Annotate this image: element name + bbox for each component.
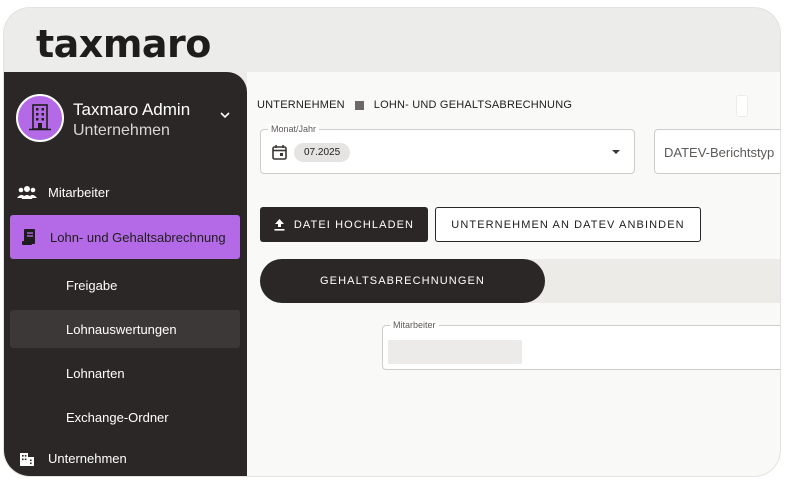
- employee-filter-label: Mitarbeiter: [390, 320, 439, 330]
- upload-file-button[interactable]: DATEI HOCHLADEN: [260, 207, 428, 242]
- connect-datev-label: UNTERNEHMEN AN DATEV ANBINDEN: [451, 218, 685, 231]
- profile-subtitle: Unternehmen: [73, 122, 170, 139]
- breadcrumb-unternehmen[interactable]: UNTERNEHMEN: [257, 99, 345, 111]
- taxmaro-logo: taxmaro: [36, 22, 211, 66]
- sidebar-item-label: Lohn- und Gehaltsabrechnung: [50, 229, 226, 245]
- sidebar-item-lohnauswertungen[interactable]: Lohnauswertungen: [10, 310, 240, 348]
- profile-name[interactable]: Taxmaro Admin: [73, 100, 190, 120]
- people-icon: [16, 183, 38, 201]
- sidebar-item-label: Unternehmen: [48, 450, 127, 466]
- sidebar-item-exchange-ordner[interactable]: Exchange-Ordner: [10, 397, 240, 437]
- sidebar-item-label: Exchange-Ordner: [66, 409, 169, 425]
- sidebar-item-label: Lohnarten: [66, 365, 125, 381]
- sidebar-item-lohnarten[interactable]: Lohnarten: [10, 353, 240, 393]
- month-value-chip[interactable]: 07.2025: [294, 143, 351, 162]
- breadcrumb-separator-icon: [354, 100, 364, 110]
- sidebar-item-unternehmen[interactable]: Unternehmen: [10, 438, 240, 476]
- connect-datev-button[interactable]: UNTERNEHMEN AN DATEV ANBINDEN: [435, 207, 701, 242]
- tab-label: GEHALTSABRECHNUNGEN: [320, 275, 485, 287]
- chevron-down-icon[interactable]: [218, 108, 232, 122]
- upload-icon: [274, 218, 285, 231]
- document-icon: [18, 228, 40, 246]
- building-icon: [16, 449, 38, 467]
- sidebar-item-label: Mitarbeiter: [48, 184, 110, 200]
- datev-report-type-select[interactable]: DATEV-Berichtstyp: [654, 129, 780, 174]
- calendar-icon: [272, 145, 287, 160]
- tab-gehaltsabrechnungen[interactable]: GEHALTSABRECHNUNGEN: [260, 259, 545, 303]
- breadcrumb-current: LOHN- UND GEHALTSABRECHNUNG: [373, 99, 573, 111]
- month-year-select[interactable]: Monat/Jahr 07.2025: [260, 124, 635, 174]
- loading-skeleton: [388, 340, 522, 364]
- sidebar-item-label: Freigabe: [66, 277, 118, 293]
- month-year-label: Monat/Jahr: [268, 124, 320, 134]
- sidebar-item-label: Lohnauswertungen: [66, 321, 177, 337]
- employee-filter-field[interactable]: Mitarbeiter: [382, 320, 780, 370]
- upload-file-label: DATEI HOCHLADEN: [293, 218, 415, 231]
- main-content: UNTERNEHMEN LOHN- UND GEHALTSABRECHNUNG …: [247, 72, 780, 476]
- sidebar-item-freigabe[interactable]: Freigabe: [10, 265, 240, 305]
- tab-bar: GEHALTSABRECHNUNGEN: [260, 259, 780, 303]
- avatar[interactable]: [16, 94, 64, 142]
- app-window: taxmaro Taxmaro Admin Unternehmen Mitarb…: [4, 8, 780, 476]
- sidebar-item-mitarbeiter[interactable]: Mitarbeiter: [10, 172, 240, 212]
- office-building-icon: [29, 104, 51, 131]
- sidebar: Taxmaro Admin Unternehmen Mitarbeiter Lo…: [4, 72, 247, 476]
- scroll-handle[interactable]: [737, 96, 747, 116]
- datev-report-type-placeholder: DATEV-Berichtstyp: [664, 145, 775, 160]
- dropdown-arrow-icon[interactable]: [611, 149, 621, 155]
- breadcrumb: UNTERNEHMEN LOHN- UND GEHALTSABRECHNUNG: [257, 99, 572, 111]
- sidebar-item-lohn-gehaltsabrechnung[interactable]: Lohn- und Gehaltsabrechnung: [10, 215, 240, 259]
